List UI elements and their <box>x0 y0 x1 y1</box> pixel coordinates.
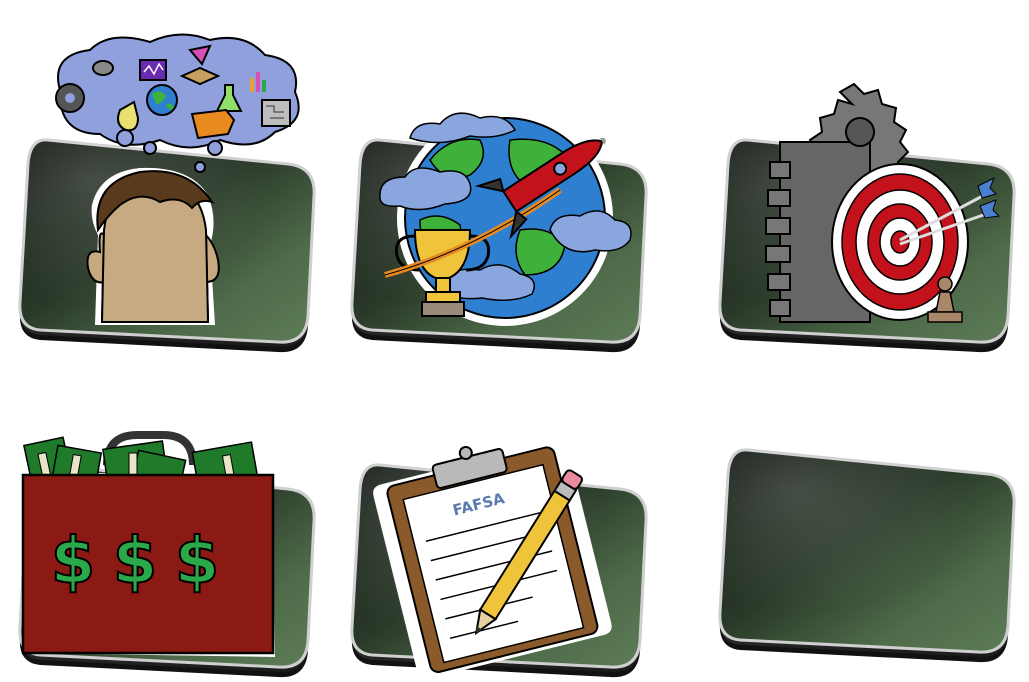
gear-target-icon <box>765 82 1001 323</box>
clipboard-pencil-icon: FAFSA <box>373 440 612 679</box>
dollar-sign-1: $ <box>51 525 96 599</box>
thinking-head-icon <box>42 33 308 325</box>
dollar-sign-3: $ <box>175 525 220 599</box>
globe-rocket-trophy-icon <box>379 110 632 326</box>
dollar-sign-2: $ <box>113 525 158 599</box>
tile-background <box>718 448 1016 664</box>
money-briefcase-icon: $ $ $ <box>21 431 275 657</box>
